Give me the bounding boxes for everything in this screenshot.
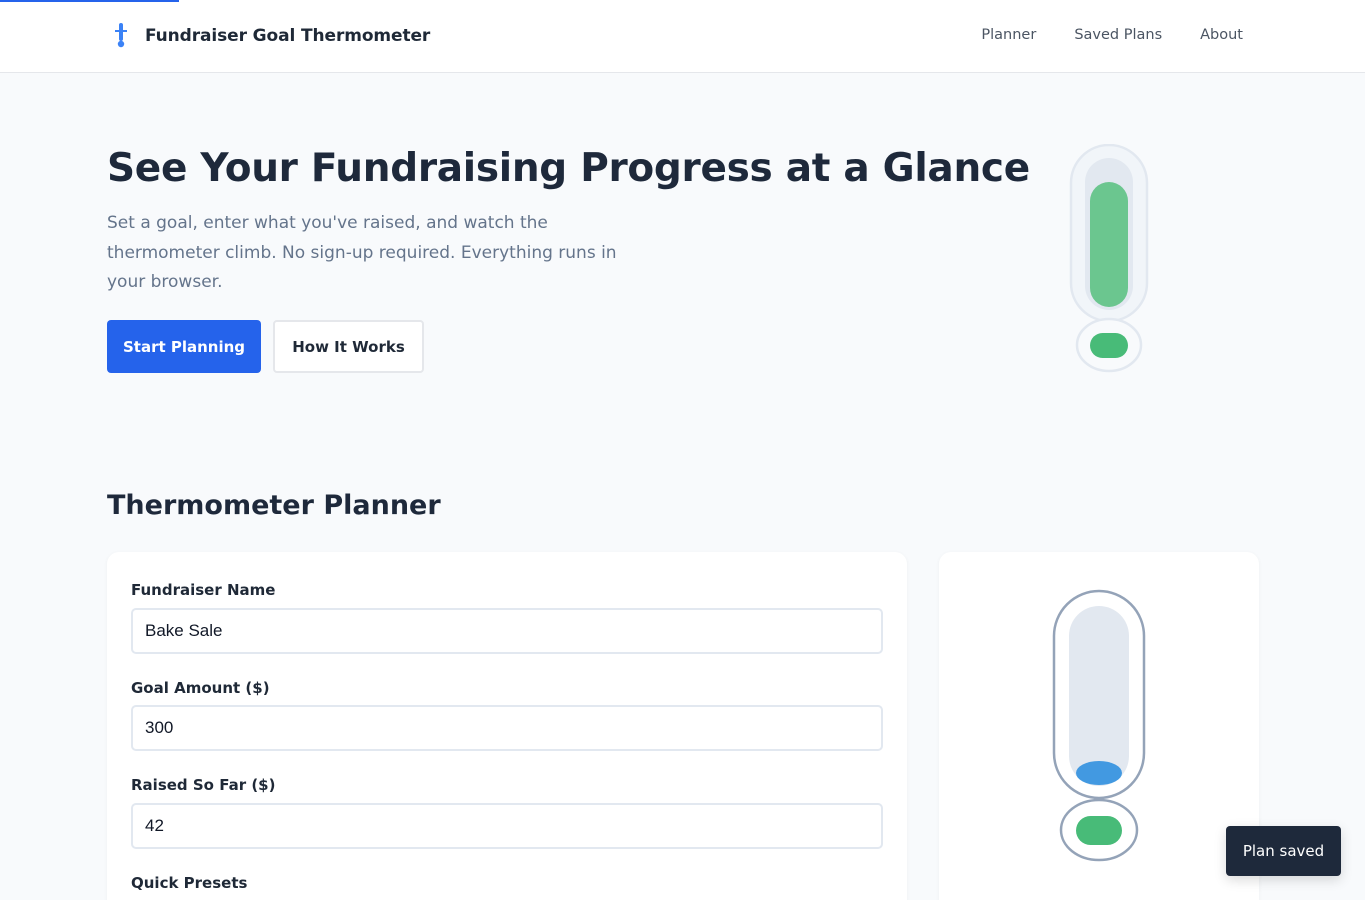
goal-amount-label: Goal Amount ($) — [131, 679, 270, 697]
thermometer-preview-card — [939, 552, 1259, 900]
brand[interactable]: Fundraiser Goal Thermometer — [110, 22, 430, 50]
nav-link-saved-plans[interactable]: Saved Plans — [1074, 27, 1162, 43]
start-planning-button[interactable]: Start Planning — [107, 320, 261, 373]
raised-so-far-input[interactable] — [131, 803, 883, 849]
hero-thermometer-illustration — [1069, 144, 1149, 373]
fundraiser-name-label: Fundraiser Name — [131, 581, 276, 599]
plan-saved-toast: Plan saved — [1226, 826, 1341, 876]
hero-subtitle: Set a goal, enter what you've raised, an… — [107, 213, 617, 292]
thermometer-icon — [115, 23, 127, 48]
goal-amount-input[interactable] — [131, 705, 883, 751]
hero-title: See Your Fundraising Progress at a Glanc… — [107, 146, 1030, 191]
planner-form-card: Fundraiser Name Goal Amount ($) Raised S… — [107, 552, 907, 900]
planner-section-title: Thermometer Planner — [107, 490, 441, 521]
nav-link-planner[interactable]: Planner — [981, 27, 1036, 43]
site-header: Fundraiser Goal Thermometer Planner Save… — [0, 0, 1365, 73]
page-load-progress-bar — [0, 0, 179, 2]
nav-link-about[interactable]: About — [1200, 27, 1243, 43]
quick-presets-label: Quick Presets — [131, 874, 248, 892]
progress-thermometer — [1052, 589, 1146, 862]
brand-title: Fundraiser Goal Thermometer — [145, 26, 431, 46]
fundraiser-name-input[interactable] — [131, 608, 883, 654]
raised-so-far-label: Raised So Far ($) — [131, 776, 276, 794]
main-nav: Planner Saved Plans About — [981, 27, 1243, 43]
how-it-works-button[interactable]: How It Works — [273, 320, 424, 373]
